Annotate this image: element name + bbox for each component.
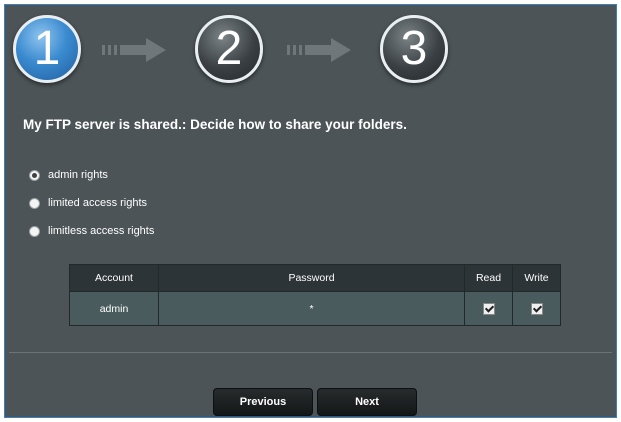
column-header-write: Write xyxy=(512,264,561,292)
radio-label: limited access rights xyxy=(48,197,148,209)
footer-divider xyxy=(9,352,612,353)
column-header-account: Account xyxy=(69,264,159,292)
radio-limited-access-rights[interactable]: limited access rights xyxy=(29,195,147,211)
radio-label: limitless access rights xyxy=(48,225,155,237)
wizard-frame: 1 2 3 My FTP server is shared.: Decide h… xyxy=(4,4,617,418)
radio-unselected-icon[interactable] xyxy=(29,225,40,237)
radio-admin-rights[interactable]: admin rights xyxy=(29,167,108,183)
page-heading: My FTP server is shared.: Decide how to … xyxy=(23,117,407,132)
radio-unselected-icon[interactable] xyxy=(29,197,40,209)
step-progress-bar: 1 2 3 xyxy=(5,5,616,87)
table-header-row: Account Password Read Write xyxy=(69,264,561,292)
password-cell[interactable]: * xyxy=(158,291,465,326)
right-arrow-icon xyxy=(102,38,166,62)
write-cell xyxy=(512,291,561,326)
step-2-indicator: 2 xyxy=(195,15,263,83)
radio-label: admin rights xyxy=(48,169,108,181)
table-row: admin * xyxy=(69,291,561,326)
column-header-password: Password xyxy=(158,264,465,292)
previous-button[interactable]: Previous xyxy=(213,388,313,416)
read-cell xyxy=(464,291,513,326)
next-button[interactable]: Next xyxy=(317,388,417,416)
right-arrow-icon xyxy=(287,38,351,62)
account-table: Account Password Read Write admin * xyxy=(69,264,561,326)
radio-selected-icon[interactable] xyxy=(29,169,40,181)
write-checkbox[interactable] xyxy=(530,302,543,315)
account-cell: admin xyxy=(69,291,159,326)
radio-limitless-access-rights[interactable]: limitless access rights xyxy=(29,223,154,239)
step-3-indicator: 3 xyxy=(380,15,448,83)
read-checkbox[interactable] xyxy=(482,302,495,315)
column-header-read: Read xyxy=(464,264,513,292)
step-1-indicator: 1 xyxy=(13,15,81,83)
